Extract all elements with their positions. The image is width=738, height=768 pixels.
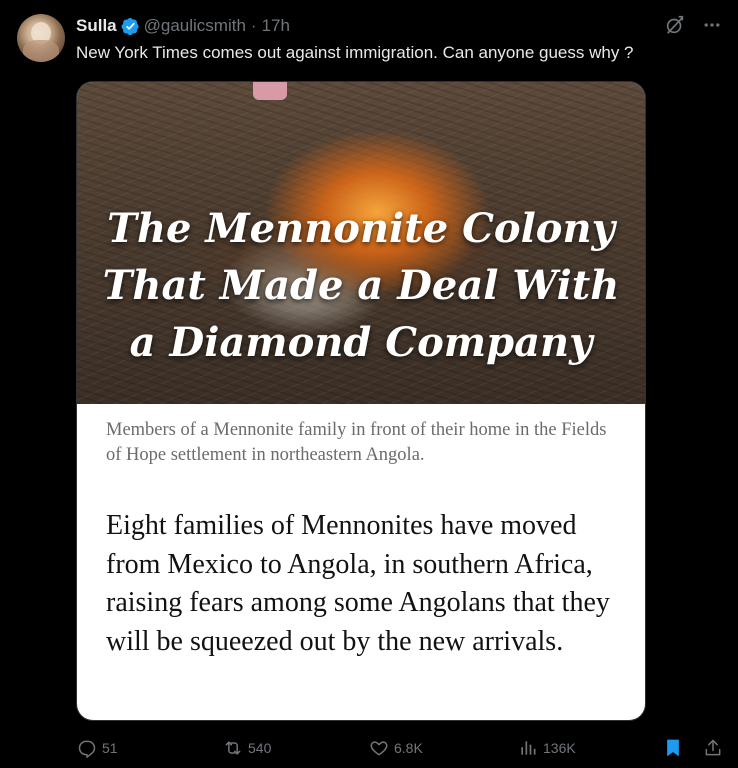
share-icon xyxy=(705,739,721,756)
article-summary: Eight families of Mennonites have moved … xyxy=(106,510,610,657)
headline-line: a Diamond Company xyxy=(129,319,593,366)
author-name[interactable]: Sulla xyxy=(76,16,117,36)
article-photo: The Mennonite Colony That Made a Deal Wi… xyxy=(77,82,645,404)
tweet-actions: 51 540 6.8K 136K xyxy=(77,736,723,760)
repost-icon xyxy=(225,741,241,755)
post-time[interactable]: 17h xyxy=(262,16,290,36)
share-button[interactable] xyxy=(703,736,723,760)
tweet-text: New York Times comes out against immigra… xyxy=(76,43,634,62)
article-headline: The Mennonite Colony That Made a Deal Wi… xyxy=(77,200,645,371)
like-count: 6.8K xyxy=(394,740,423,756)
verified-badge-icon xyxy=(121,17,139,35)
reply-icon xyxy=(78,740,96,758)
photo-caption: Members of a Mennonite family in front o… xyxy=(106,420,607,465)
bookmark-button[interactable] xyxy=(663,736,683,760)
repost-count: 540 xyxy=(248,740,272,756)
tweet-header: Sulla @gaulicsmith · 17h xyxy=(76,14,290,38)
author-handle[interactable]: @gaulicsmith xyxy=(144,16,246,36)
bookmark-icon xyxy=(667,739,679,757)
avatar[interactable] xyxy=(17,14,65,62)
like-button[interactable]: 6.8K xyxy=(369,736,423,760)
repost-button[interactable]: 540 xyxy=(223,736,271,760)
top-actions xyxy=(664,14,722,36)
media-card[interactable]: The Mennonite Colony That Made a Deal Wi… xyxy=(77,82,645,720)
reply-button[interactable]: 51 xyxy=(77,736,118,760)
views-count: 136K xyxy=(543,740,576,756)
separator-dot: · xyxy=(250,16,257,35)
grok-icon[interactable] xyxy=(664,14,686,36)
headline-line: That Made a Deal With xyxy=(102,262,620,309)
reply-count: 51 xyxy=(102,740,118,756)
more-icon[interactable] xyxy=(702,15,722,35)
headline-line: The Mennonite Colony xyxy=(107,205,615,252)
photo-figure xyxy=(253,82,287,100)
views-icon xyxy=(521,741,536,755)
like-icon xyxy=(370,741,388,756)
views-button[interactable]: 136K xyxy=(518,736,576,760)
